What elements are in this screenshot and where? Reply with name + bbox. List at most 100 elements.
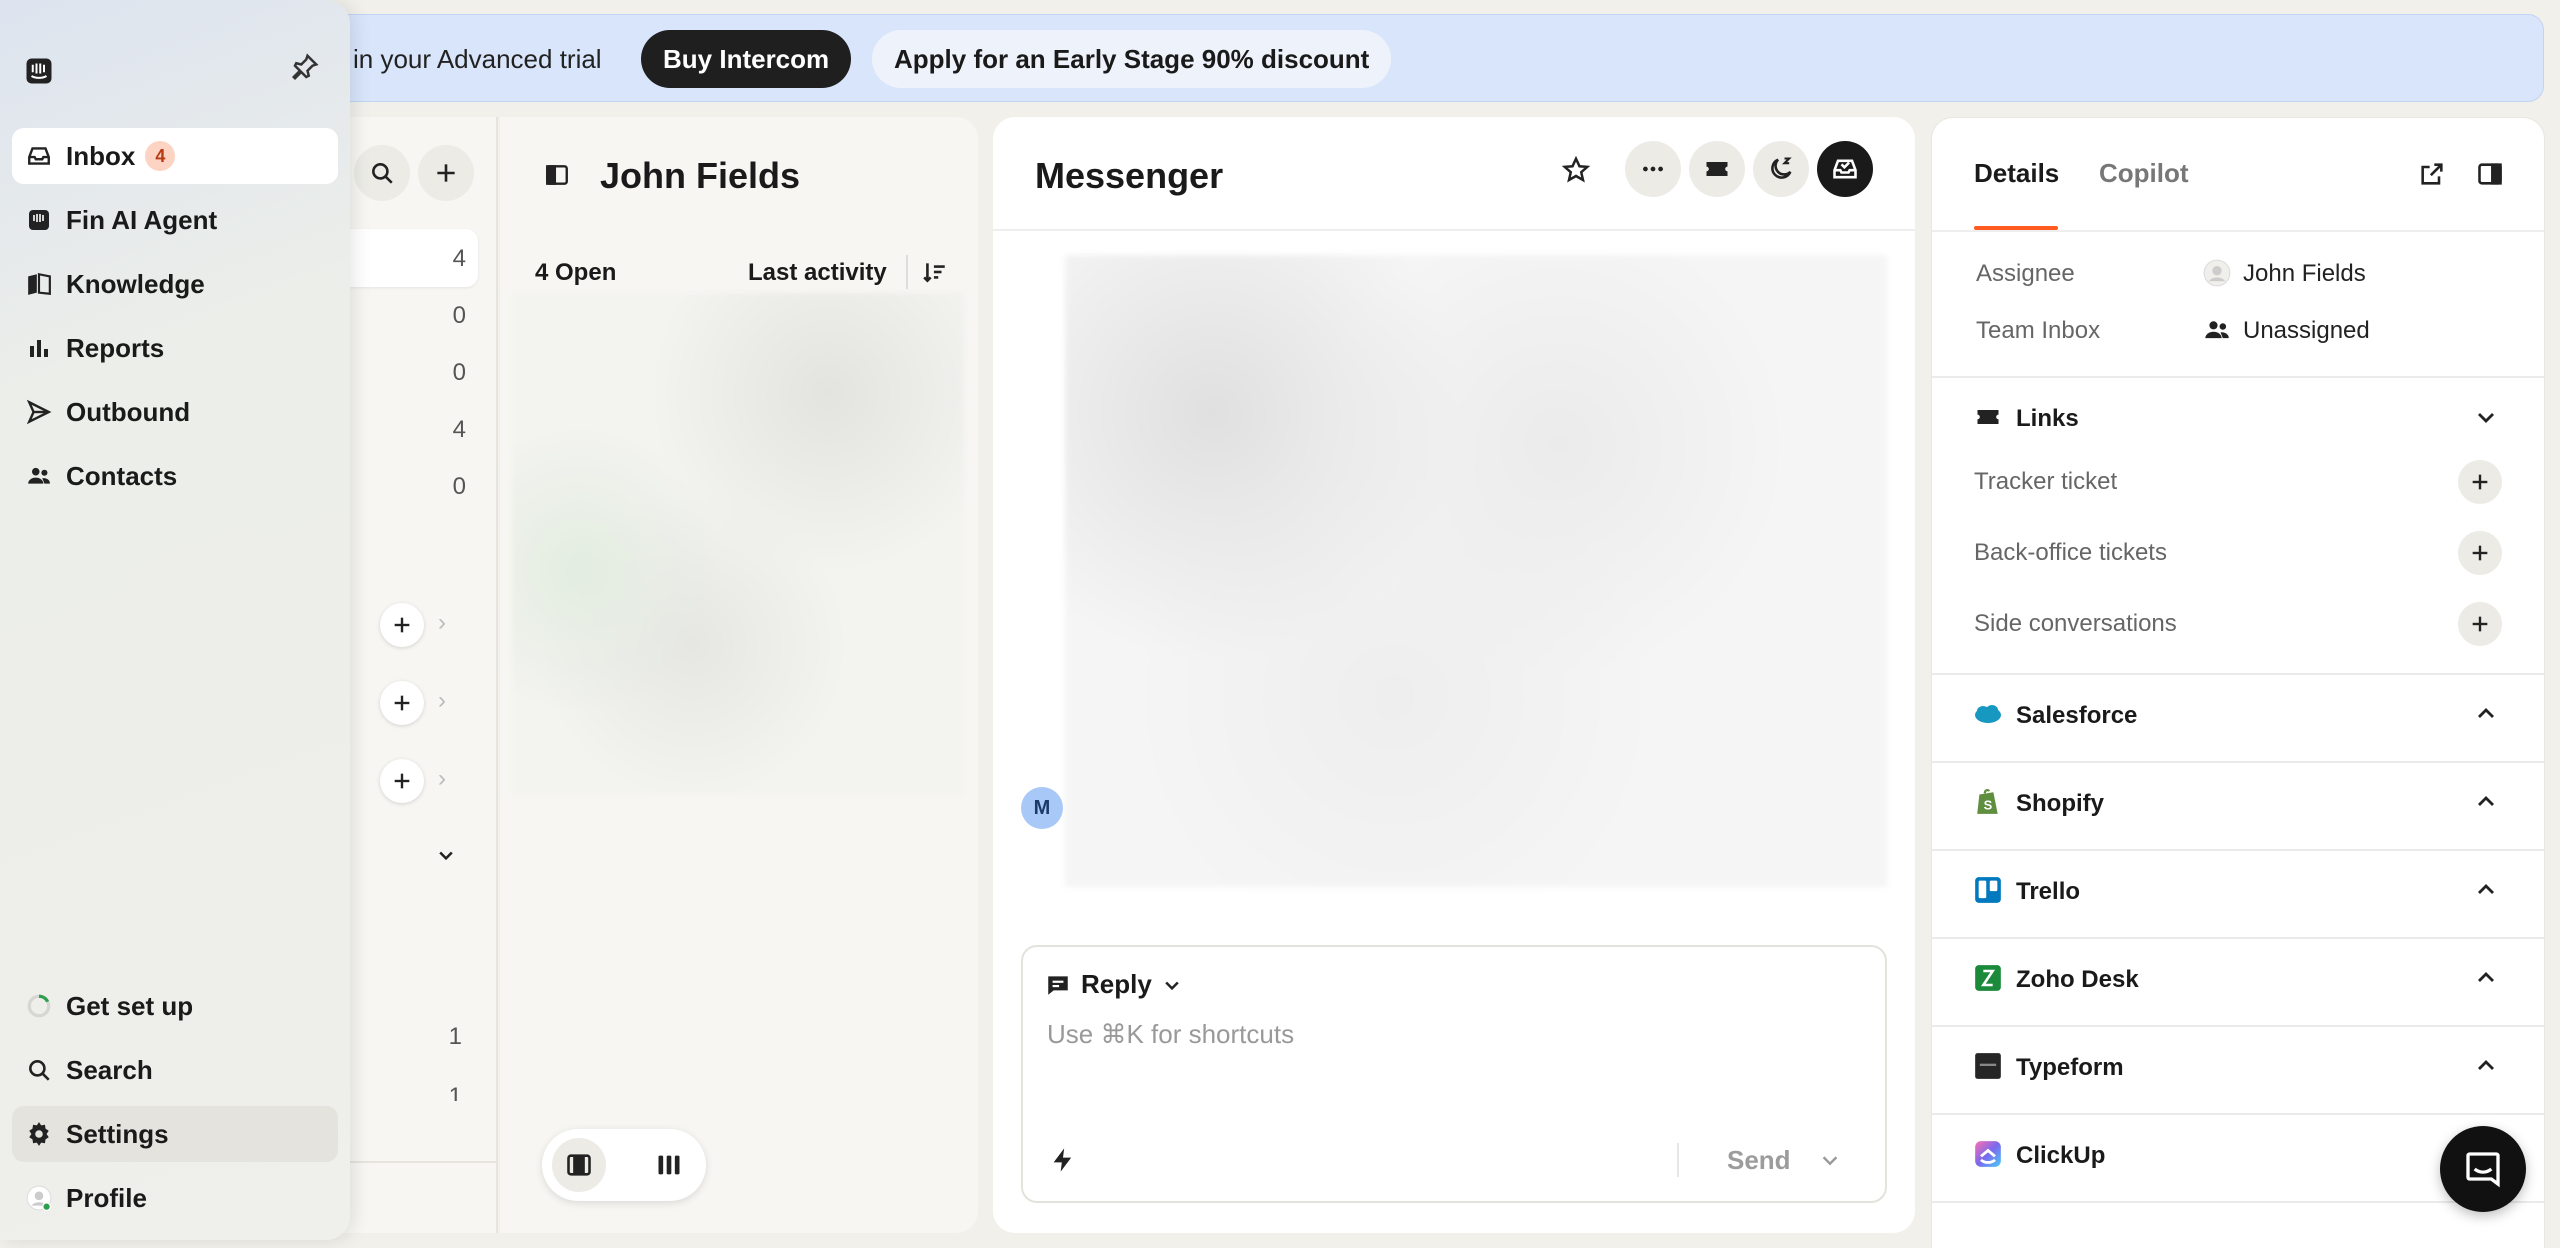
avatar: M xyxy=(1021,787,1063,829)
send-button[interactable]: Send xyxy=(1727,1145,1791,1176)
divider xyxy=(1932,1025,2544,1027)
close-conversation-button[interactable] xyxy=(1817,141,1873,197)
reply-composer: Reply Send xyxy=(1021,945,1887,1203)
pin-icon[interactable] xyxy=(290,52,320,82)
sidebar-item-get-set-up[interactable]: Get set up xyxy=(12,978,338,1034)
links-section-title[interactable]: Links xyxy=(2016,405,2079,433)
new-inbox-button[interactable] xyxy=(418,145,474,201)
chevron-down-icon[interactable] xyxy=(2472,403,2500,431)
add-back-office-ticket-button[interactable] xyxy=(2458,531,2502,575)
chevron-right-icon[interactable]: › xyxy=(438,687,446,715)
reply-mode-dropdown[interactable]: Reply xyxy=(1045,969,1182,1000)
plus-icon xyxy=(2472,616,2488,632)
divider xyxy=(1932,230,2544,232)
chevron-down-icon[interactable] xyxy=(1819,1149,1841,1171)
list-layout-icon xyxy=(567,1154,591,1176)
sidebar-toggle-icon[interactable] xyxy=(544,162,570,188)
intercom-logo-icon[interactable] xyxy=(24,56,54,86)
sidebar-item-knowledge[interactable]: Knowledge xyxy=(12,256,338,312)
early-stage-discount-button[interactable]: Apply for an Early Stage 90% discount xyxy=(872,30,1392,88)
chevron-right-icon[interactable]: › xyxy=(438,609,446,637)
sort-dropdown[interactable]: Last activity xyxy=(748,259,887,287)
sidebar-item-settings[interactable]: Settings xyxy=(12,1106,338,1162)
add-folder-button[interactable] xyxy=(380,681,424,725)
divider xyxy=(1932,376,2544,378)
sidebar-item-fin-ai-agent[interactable]: Fin AI Agent xyxy=(12,192,338,248)
conversation-list-title: John Fields xyxy=(600,155,801,196)
open-count-filter[interactable]: 4 Open xyxy=(535,259,616,287)
chat-launcher-button[interactable] xyxy=(2440,1126,2526,1212)
inbox-search-button[interactable] xyxy=(354,145,410,201)
sidebar-item-label: Inbox xyxy=(66,140,136,171)
star-button[interactable] xyxy=(1561,155,1591,190)
sidebar-item-label: Search xyxy=(66,1054,153,1085)
plus-icon xyxy=(2472,474,2488,490)
chevron-up-icon[interactable] xyxy=(2472,964,2500,992)
people-icon xyxy=(2202,315,2232,345)
inbox-count: 1 xyxy=(448,1083,462,1101)
tab-details[interactable]: Details xyxy=(1974,158,2059,189)
chevron-right-icon[interactable]: › xyxy=(438,765,446,793)
sidebar-item-search[interactable]: Search xyxy=(12,1042,338,1098)
clickup-section-title[interactable]: ClickUp xyxy=(2016,1142,2105,1170)
layout-view-toggle xyxy=(542,1129,706,1201)
send-icon xyxy=(26,399,52,425)
assignee-label: Assignee xyxy=(1976,260,2075,287)
list-view-option[interactable] xyxy=(552,1138,606,1192)
sidebar-item-contacts[interactable]: Contacts xyxy=(12,448,338,504)
team-inbox-label: Team Inbox xyxy=(1976,317,2101,344)
reply-input[interactable] xyxy=(1047,1009,1867,1059)
more-actions-button[interactable] xyxy=(1625,141,1681,197)
add-folder-button[interactable] xyxy=(380,759,424,803)
add-tracker-ticket-button[interactable] xyxy=(2458,460,2502,504)
sidebar-item-inbox[interactable]: Inbox 4 xyxy=(12,128,338,184)
snooze-button[interactable] xyxy=(1753,141,1809,197)
clickup-icon xyxy=(1974,1140,2002,1168)
fin-icon xyxy=(26,207,52,233)
sidebar-item-label: Get set up xyxy=(66,990,194,1021)
chevron-up-icon[interactable] xyxy=(2472,1052,2500,1080)
convert-ticket-button[interactable] xyxy=(1689,141,1745,197)
plus-icon xyxy=(394,695,410,711)
team-inbox-value[interactable]: Unassigned xyxy=(2243,317,2370,345)
panel-toggle-icon[interactable] xyxy=(2476,160,2504,188)
sidebar-item-label: Knowledge xyxy=(66,268,205,299)
divider xyxy=(330,1161,496,1163)
reply-mode-label: Reply xyxy=(1081,969,1152,999)
buy-intercom-button[interactable]: Buy Intercom xyxy=(641,30,852,88)
star-icon xyxy=(1561,155,1591,183)
chevron-up-icon[interactable] xyxy=(2472,700,2500,728)
divider xyxy=(1932,1113,2544,1115)
plus-icon xyxy=(437,164,455,182)
zoho-desk-icon xyxy=(1974,964,2002,992)
open-external-icon[interactable] xyxy=(2418,160,2446,188)
search-icon xyxy=(372,163,393,184)
salesforce-section-title[interactable]: Salesforce xyxy=(2016,702,2137,730)
sort-order-icon[interactable] xyxy=(922,259,948,285)
sidebar-item-profile[interactable]: Profile xyxy=(12,1170,338,1226)
tab-copilot[interactable]: Copilot xyxy=(2099,158,2189,189)
shopify-icon: S xyxy=(1974,788,2002,816)
divider xyxy=(1932,673,2544,675)
add-side-conversation-button[interactable] xyxy=(2458,602,2502,646)
add-folder-button[interactable] xyxy=(380,603,424,647)
sidebar-item-outbound[interactable]: Outbound xyxy=(12,384,338,440)
sidebar-item-reports[interactable]: Reports xyxy=(12,320,338,376)
chevron-up-icon[interactable] xyxy=(2472,788,2500,816)
typeform-section-title[interactable]: Typeform xyxy=(2016,1054,2124,1082)
inbox-list-panel: 4 0 0 4 0 › › › 1 1 xyxy=(330,117,498,1233)
chevron-down-icon[interactable] xyxy=(436,845,456,865)
more-icon xyxy=(1643,166,1663,172)
zoho-desk-section-title[interactable]: Zoho Desk xyxy=(2016,966,2139,994)
sidebar-item-label: Fin AI Agent xyxy=(66,204,218,235)
sidebar-item-label: Settings xyxy=(66,1118,169,1149)
trello-section-title[interactable]: Trello xyxy=(2016,878,2080,906)
chevron-up-icon[interactable] xyxy=(2472,876,2500,904)
shopify-section-title[interactable]: Shopify xyxy=(2016,790,2104,818)
assignee-value[interactable]: John Fields xyxy=(2243,260,2366,288)
column-view-option[interactable] xyxy=(642,1138,696,1192)
inbox-close-icon xyxy=(1833,159,1857,179)
plus-icon xyxy=(394,617,410,633)
lightning-icon[interactable] xyxy=(1049,1145,1077,1175)
conversation-placeholder xyxy=(1065,255,1887,887)
